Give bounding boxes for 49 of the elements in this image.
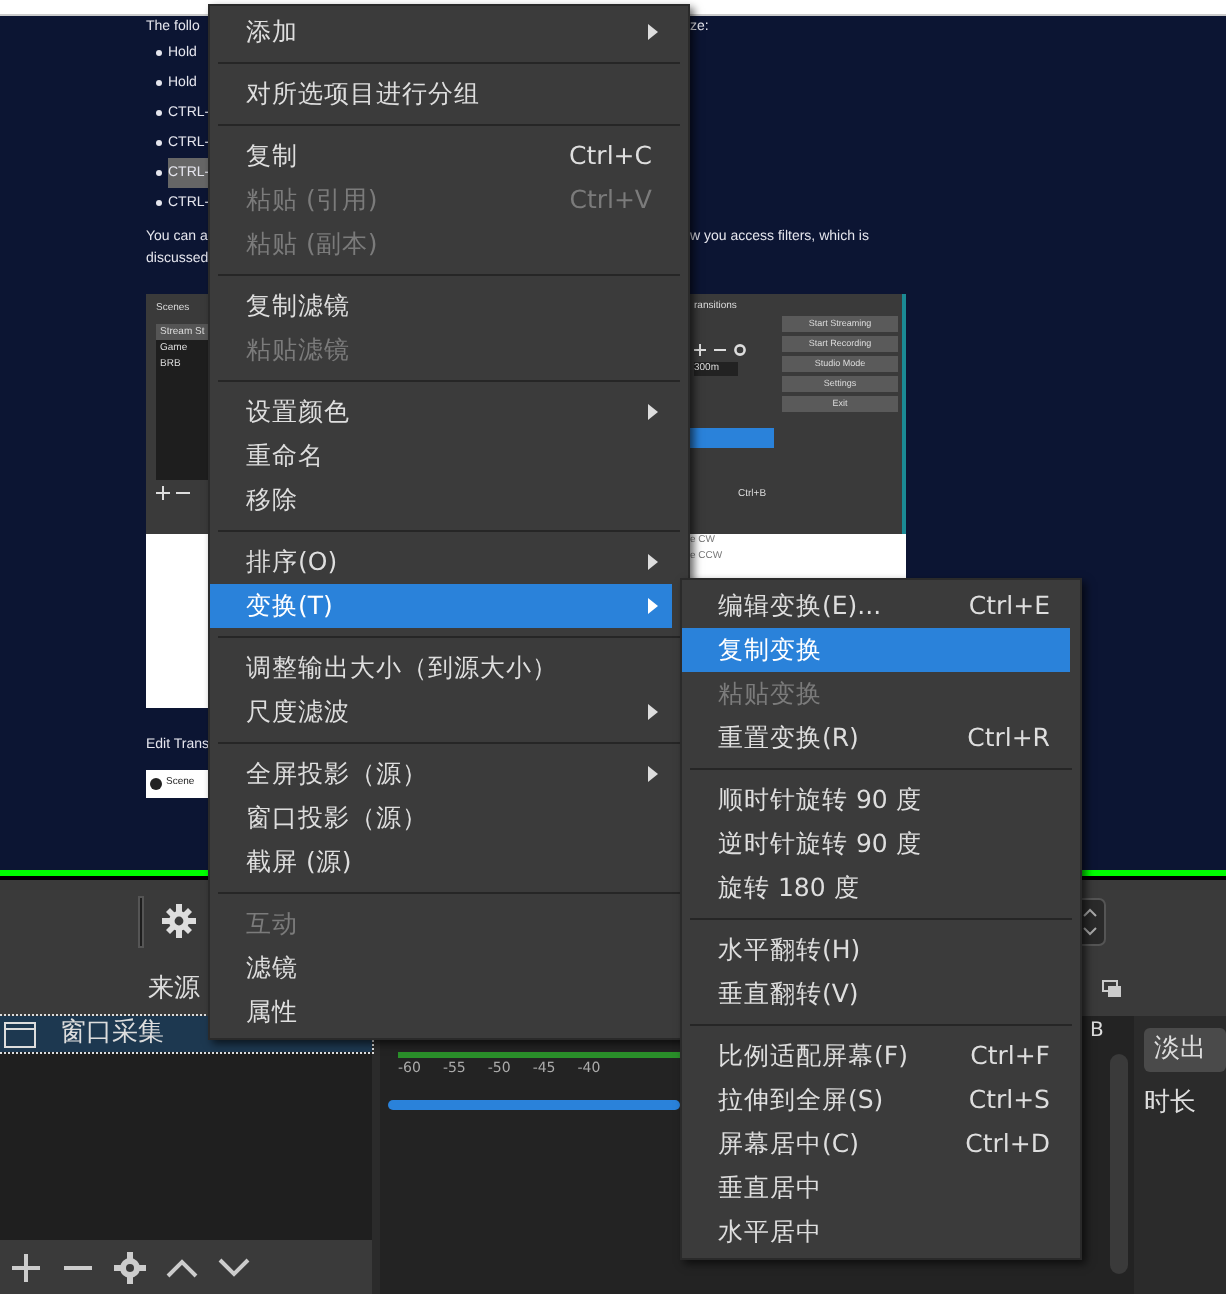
window-icon[interactable] — [4, 1021, 36, 1047]
menu-item[interactable]: 垂直翻转(V) — [682, 972, 1070, 1016]
panel-title: 来源 — [148, 971, 200, 1008]
plus-icon[interactable] — [694, 343, 706, 355]
bullet-icon — [156, 80, 162, 86]
menu-item[interactable]: 窗口投影（源） — [210, 796, 672, 840]
field-label: 时长 — [1144, 1085, 1198, 1121]
menu-item[interactable]: 截屏 (源) — [210, 840, 672, 884]
menu-item[interactable]: 重命名 — [210, 434, 672, 478]
bullet-icon — [156, 50, 162, 56]
menu-item[interactable]: 重置变换(R) Ctrl+R — [682, 716, 1070, 760]
bullet-icon — [156, 140, 162, 146]
settings-icon[interactable] — [114, 1251, 146, 1283]
menu-item[interactable]: 滤镜 — [210, 946, 672, 990]
logo-icon[interactable] — [150, 777, 162, 789]
float-icon[interactable] — [1102, 980, 1122, 998]
menu-item[interactable]: 移除 — [210, 478, 672, 522]
menu-item[interactable]: 拉伸到全屏(S) Ctrl+S — [682, 1078, 1070, 1122]
unit-text: B — [1090, 1018, 1106, 1046]
menu-item[interactable]: 变换(T) — [210, 584, 672, 628]
menu-item[interactable]: 旋转 180 度 — [682, 866, 1070, 910]
menu-item[interactable]: 对所选项目进行分组 — [210, 72, 672, 116]
menu-item[interactable]: 复制 Ctrl+C — [210, 134, 672, 178]
menu-item[interactable]: 编辑变换(E)... Ctrl+E — [682, 584, 1070, 628]
plus-icon[interactable] — [10, 1251, 42, 1283]
menu-item[interactable]: 尺度滤波 — [210, 690, 672, 734]
plus-icon[interactable] — [156, 485, 170, 499]
menu-item[interactable]: 水平居中 — [682, 1210, 1070, 1254]
menu-item[interactable]: 水平翻转(H) — [682, 928, 1070, 972]
settings-icon[interactable] — [734, 343, 746, 355]
selection-bar — [690, 428, 774, 448]
menu-item[interactable]: 垂直居中 — [682, 1166, 1070, 1210]
menu-item[interactable]: 逆时针旋转 90 度 — [682, 822, 1070, 866]
menu-item[interactable]: 排序(O) — [210, 540, 672, 584]
transition-button[interactable]: 淡出 — [1144, 1028, 1226, 1071]
menu-item[interactable]: 全屏投影（源） — [210, 752, 672, 796]
menu-item[interactable]: 复制滤镜 — [210, 284, 672, 328]
menu-item[interactable]: 添加 — [210, 10, 672, 54]
bullet-icon — [156, 200, 162, 206]
minus-icon[interactable] — [714, 343, 726, 355]
menu-item[interactable]: 比例适配屏幕(F) Ctrl+F — [682, 1034, 1070, 1078]
menu-item[interactable]: 顺时针旋转 90 度 — [682, 778, 1070, 822]
menu-item[interactable]: 设置颜色 — [210, 390, 672, 434]
bullet-icon — [156, 110, 162, 116]
menu-item[interactable]: 屏幕居中(C) Ctrl+D — [682, 1122, 1070, 1166]
menu-item[interactable]: 复制变换 — [682, 628, 1070, 672]
bullet-icon — [156, 170, 162, 176]
menu-item[interactable]: 调整输出大小（到源大小） — [210, 646, 672, 690]
settings-icon[interactable] — [162, 904, 196, 938]
